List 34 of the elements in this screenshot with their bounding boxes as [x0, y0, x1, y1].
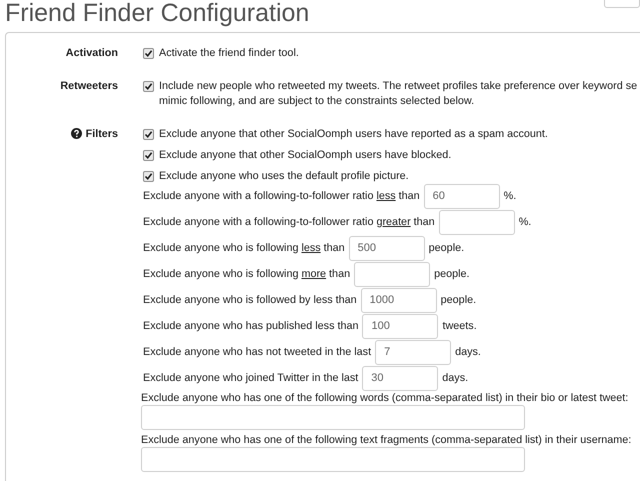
filter-label: Exclude anyone who has one of the following text fragments (comma-separated list) in their username: [141, 433, 632, 447]
filter-label: Exclude anyone who joined Twitter in the last [143, 370, 358, 386]
section-label: Retweeters [60, 79, 118, 94]
unit-label: people. [440, 292, 476, 308]
filter-label: Exclude anyone who is following less than [143, 240, 345, 256]
filter-label: Exclude anyone with a following-to-follower ratio less than [143, 188, 420, 204]
page-title: Friend Finder Configuration [4, 0, 310, 26]
checkbox-label: Exclude anyone that other SocialOomph users have reported as a spam account. [159, 127, 548, 142]
checkbox-label: Exclude anyone that other SocialOomph users have blocked. [159, 148, 452, 163]
section-label: Activation [66, 46, 118, 61]
number-field[interactable]: 30 [362, 366, 438, 390]
checkbox-label: Exclude anyone who uses the default profile picture. [159, 169, 409, 184]
unit-label: days. [455, 344, 481, 360]
filter-label: Exclude anyone who has one of the following words (comma-separated list) in their bio or latest tweet: [141, 391, 630, 405]
filter-label: Exclude anyone who has published less than [143, 318, 358, 334]
filter-label: Exclude anyone with a following-to-follower ratio greater than [143, 214, 435, 230]
checkbox-label: Include new people who retweeted my tweets. The retweet profiles take preference over keyword se [159, 79, 638, 94]
number-field[interactable]: 500 [348, 236, 425, 260]
section-label: Filters [86, 127, 118, 142]
number-field[interactable]: 1000 [360, 288, 437, 312]
filter-label: Exclude anyone who is following more than [143, 266, 350, 282]
filter-label: Exclude anyone who has not tweeted in the last [143, 344, 372, 360]
unit-label: tweets. [442, 318, 477, 334]
unit-label: %. [504, 188, 516, 204]
filter-label: Exclude anyone who is followed by less than [143, 292, 357, 308]
number-field[interactable]: 7 [375, 340, 452, 364]
unit-label: %. [518, 214, 532, 230]
unit-label: days. [442, 370, 468, 386]
unit-label: people. [434, 266, 470, 282]
checkbox-label: mimic following, and are subject to the constraints selected below. [159, 94, 476, 109]
number-field[interactable]: 100 [362, 314, 438, 338]
checkbox-label: Activate the friend finder tool. [159, 46, 299, 61]
number-field[interactable]: 60 [424, 184, 500, 208]
unit-label: people. [428, 240, 464, 256]
